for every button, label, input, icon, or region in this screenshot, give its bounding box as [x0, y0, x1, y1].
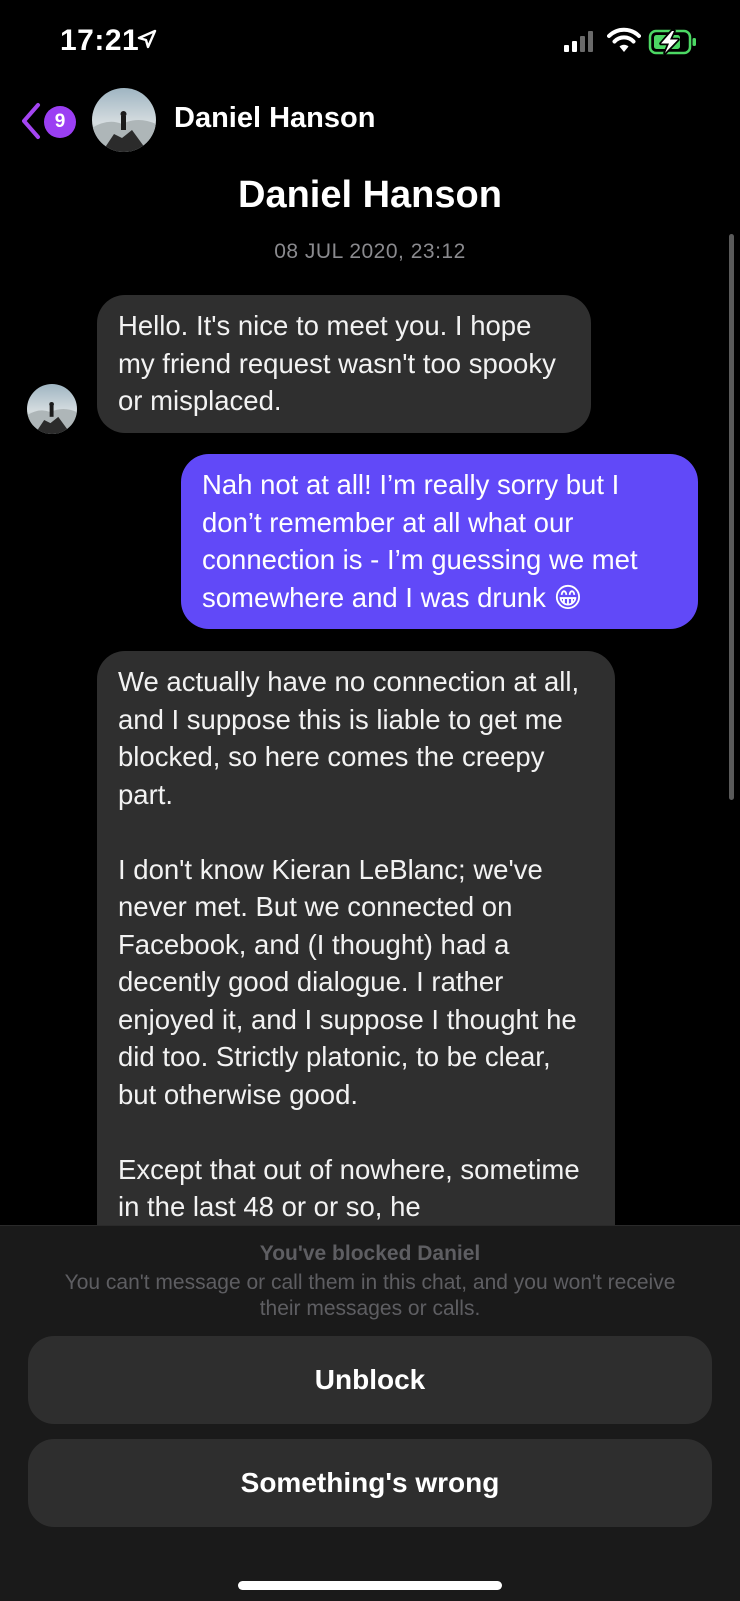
home-indicator[interactable]: [238, 1581, 502, 1590]
status-time: 17:21: [60, 24, 140, 57]
message-thread[interactable]: Daniel Hanson 08 JUL 2020, 23:12 Hello. …: [0, 160, 740, 1225]
outgoing-message[interactable]: Nah not at all! I’m really sorry but I d…: [181, 454, 698, 629]
back-button[interactable]: 9: [20, 98, 76, 146]
blocked-footer: You've blocked Daniel You can't message …: [0, 1225, 740, 1601]
wifi-icon: [607, 27, 641, 52]
status-bar: 17:21: [0, 0, 740, 84]
chat-title: Daniel Hanson: [238, 174, 502, 216]
chat-header: 9 Daniel Hanson: [0, 84, 740, 160]
blocked-title: You've blocked Daniel: [259, 1242, 481, 1265]
something-wrong-button[interactable]: Something's wrong: [28, 1439, 712, 1527]
incoming-message[interactable]: We actually have no connection at all, a…: [97, 651, 615, 1225]
unblock-button[interactable]: Unblock: [28, 1336, 712, 1424]
scrollbar[interactable]: [729, 234, 734, 800]
battery-charging-icon: [648, 29, 696, 55]
avatar-image: [92, 88, 156, 152]
location-arrow-icon: [137, 29, 157, 49]
cellular-signal-icon: [564, 31, 593, 52]
blocked-description: You can't message or call them in this c…: [64, 1271, 676, 1320]
header-contact-name[interactable]: Daniel Hanson: [174, 102, 375, 135]
chevron-left-icon: [22, 103, 40, 139]
incoming-message[interactable]: Hello. It's nice to meet you. I hope my …: [97, 295, 591, 433]
contact-avatar[interactable]: [92, 88, 156, 152]
avatar-image: [27, 384, 77, 434]
unread-count-badge: 9: [44, 106, 76, 138]
sender-avatar[interactable]: [27, 384, 77, 434]
message-timestamp: 08 JUL 2020, 23:12: [274, 240, 466, 263]
